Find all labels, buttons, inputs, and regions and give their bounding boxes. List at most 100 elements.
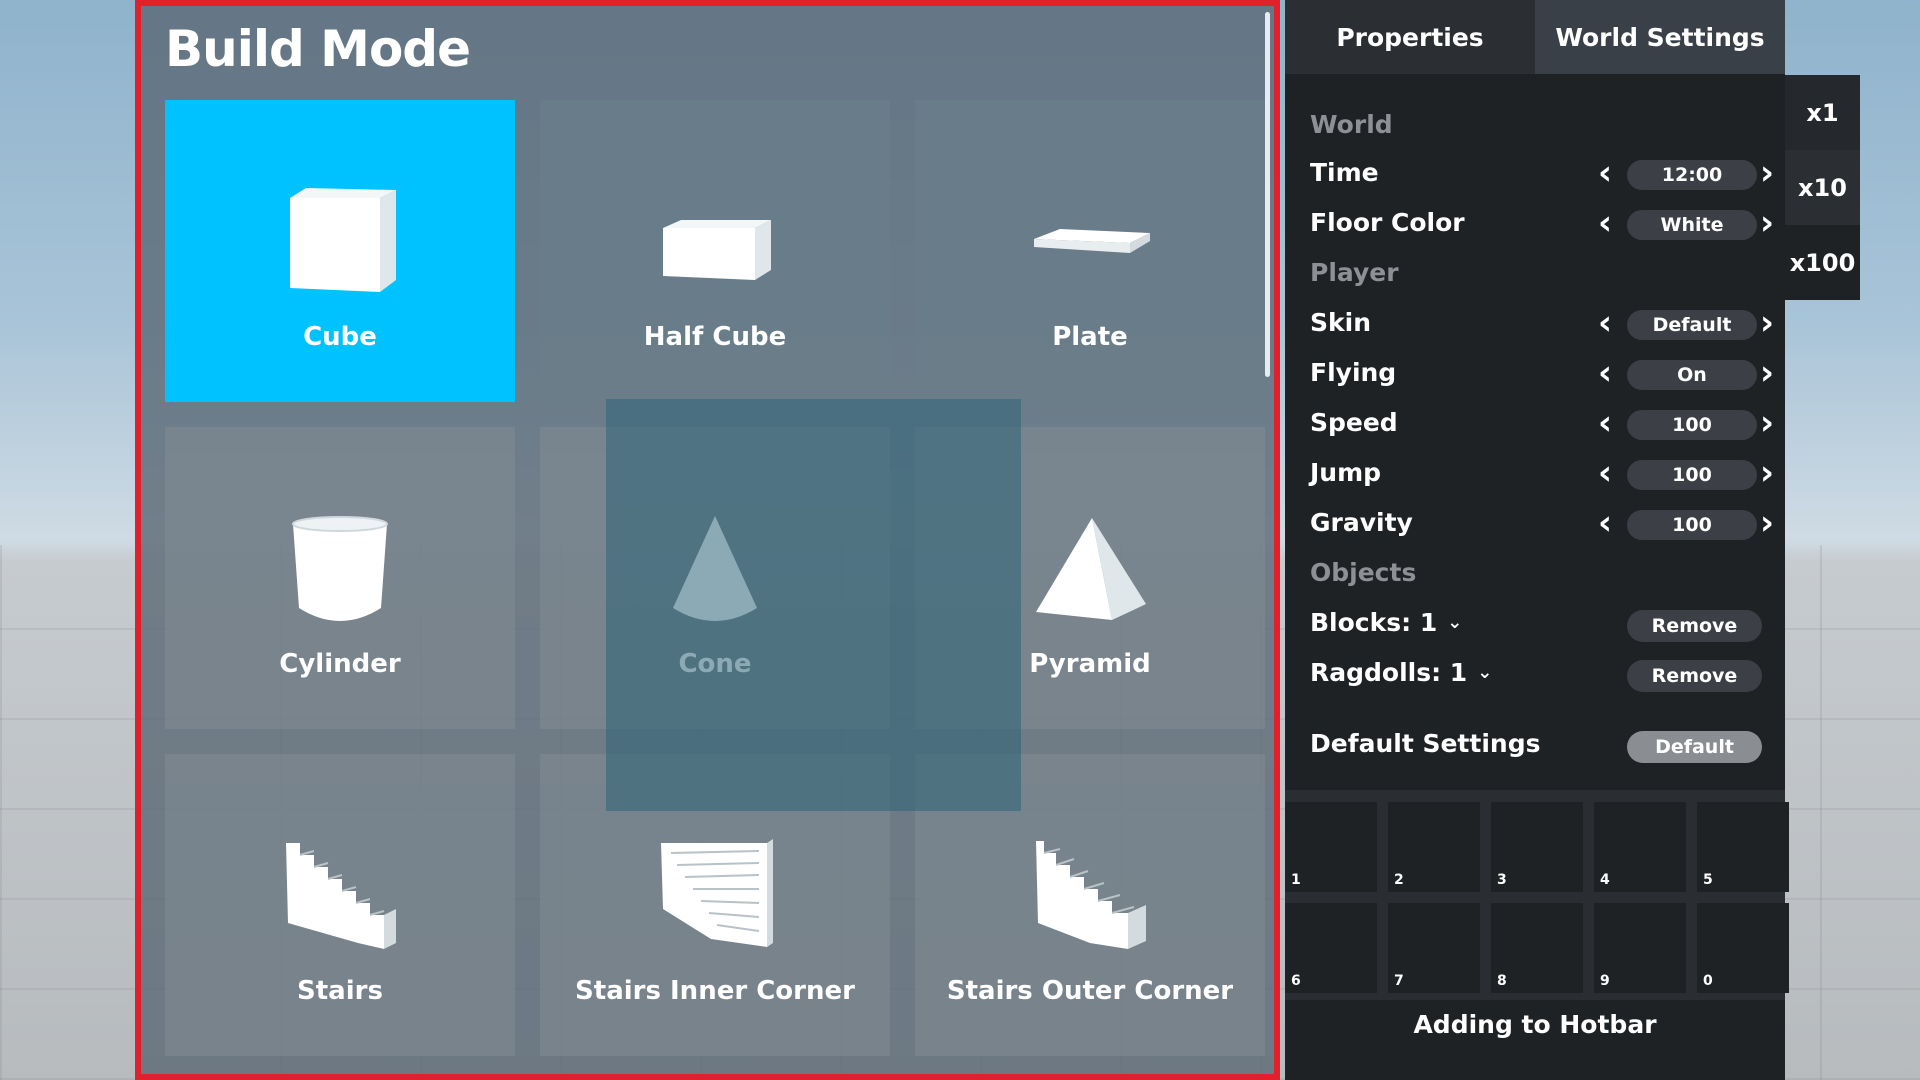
- chevron-left-icon[interactable]: ‹: [1590, 356, 1620, 392]
- tab-properties[interactable]: Properties: [1285, 0, 1535, 74]
- setting-flying: Flying ‹ On ›: [1310, 355, 1774, 395]
- slot-number: 8: [1497, 973, 1507, 989]
- cylinder-icon: [270, 502, 410, 642]
- setting-gravity: Gravity ‹ 100 ›: [1310, 505, 1774, 545]
- plate-icon: [1020, 175, 1160, 315]
- setting-label: Gravity: [1310, 508, 1413, 537]
- shape-tile-stairs[interactable]: Stairs: [165, 754, 515, 1056]
- remove-ragdolls-button[interactable]: Remove: [1627, 660, 1762, 692]
- shape-label: Pyramid: [1029, 649, 1151, 679]
- hotbar-grid: 1 2 3 4 5 6 7 8 9 0: [1285, 790, 1789, 1000]
- gravity-value: 100: [1627, 510, 1757, 540]
- panel-scrollbar[interactable]: [1265, 12, 1270, 377]
- multiplier-x10-button[interactable]: x10: [1785, 150, 1860, 225]
- setting-time: Time ‹ 12:00 ›: [1310, 155, 1774, 195]
- cube-icon: [270, 175, 410, 315]
- hotbar-slot[interactable]: 3: [1491, 802, 1583, 892]
- setting-ragdolls: Ragdolls: 1 ⌄ Remove: [1310, 655, 1765, 695]
- setting-label: Skin: [1310, 308, 1371, 337]
- world-settings-panel: Properties World Settings World Time ‹ 1…: [1285, 0, 1789, 1080]
- cone-icon: [645, 502, 785, 642]
- chevron-left-icon[interactable]: ‹: [1590, 506, 1620, 542]
- chevron-down-icon: ⌄: [1447, 612, 1463, 633]
- stairs-inner-corner-icon: [645, 829, 785, 969]
- shape-tile-cone[interactable]: Cone: [540, 427, 890, 729]
- chevron-right-icon[interactable]: ›: [1752, 456, 1782, 492]
- chevron-left-icon[interactable]: ‹: [1590, 156, 1620, 192]
- shape-tile-stairs-inner-corner[interactable]: Stairs Inner Corner: [540, 754, 890, 1056]
- slot-number: 6: [1291, 973, 1301, 989]
- hotbar-status-text: Adding to Hotbar: [1413, 1010, 1657, 1039]
- chevron-right-icon[interactable]: ›: [1752, 506, 1782, 542]
- stairs-icon: [270, 829, 410, 969]
- chevron-left-icon[interactable]: ‹: [1590, 306, 1620, 342]
- skin-value: Default: [1627, 310, 1757, 340]
- chevron-left-icon[interactable]: ‹: [1590, 206, 1620, 242]
- chevron-down-icon: ⌄: [1477, 662, 1493, 683]
- shape-label: Stairs: [297, 976, 383, 1006]
- section-header-objects: Objects: [1310, 558, 1417, 587]
- hotbar-slot[interactable]: 4: [1594, 802, 1686, 892]
- slot-number: 1: [1291, 872, 1301, 888]
- pyramid-icon: [1020, 502, 1160, 642]
- floor-color-value: White: [1627, 210, 1757, 240]
- time-value: 12:00: [1627, 160, 1757, 190]
- shape-tile-cube[interactable]: Cube: [165, 100, 515, 402]
- jump-value: 100: [1627, 460, 1757, 490]
- chevron-right-icon[interactable]: ›: [1752, 306, 1782, 342]
- chevron-right-icon[interactable]: ›: [1752, 156, 1782, 192]
- hotbar-slot[interactable]: 1: [1285, 802, 1377, 892]
- slot-number: 4: [1600, 872, 1610, 888]
- chevron-left-icon[interactable]: ‹: [1590, 456, 1620, 492]
- flying-value: On: [1627, 360, 1757, 390]
- tab-world-settings[interactable]: World Settings: [1535, 0, 1785, 74]
- setting-blocks: Blocks: 1 ⌄ Remove: [1310, 605, 1765, 645]
- hotbar-slot[interactable]: 7: [1388, 903, 1480, 993]
- setting-label: Floor Color: [1310, 208, 1465, 237]
- chevron-right-icon[interactable]: ›: [1752, 206, 1782, 242]
- half-cube-icon: [645, 175, 785, 315]
- default-settings-button[interactable]: Default: [1627, 731, 1762, 763]
- setting-label: Default Settings: [1310, 729, 1541, 758]
- chevron-left-icon[interactable]: ‹: [1590, 406, 1620, 442]
- shape-label: Half Cube: [643, 322, 787, 352]
- speed-value: 100: [1627, 410, 1757, 440]
- stairs-outer-corner-icon: [1020, 829, 1160, 969]
- hotbar-slot[interactable]: 5: [1697, 802, 1789, 892]
- multiplier-x100-button[interactable]: x100: [1785, 225, 1860, 300]
- slot-number: 3: [1497, 872, 1507, 888]
- setting-label: Speed: [1310, 408, 1398, 437]
- multiplier-selector: x1 x10 x100: [1785, 75, 1860, 300]
- chevron-right-icon[interactable]: ›: [1752, 356, 1782, 392]
- tab-bar: Properties World Settings: [1285, 0, 1785, 74]
- shape-label: Stairs Inner Corner: [575, 976, 855, 1006]
- remove-blocks-button[interactable]: Remove: [1627, 610, 1762, 642]
- shape-tile-pyramid[interactable]: Pyramid: [915, 427, 1265, 729]
- hotbar-slot[interactable]: 9: [1594, 903, 1686, 993]
- section-header-world: World: [1310, 110, 1393, 139]
- hotbar-slot[interactable]: 2: [1388, 802, 1480, 892]
- hotbar-slot[interactable]: 0: [1697, 903, 1789, 993]
- hotbar-slot[interactable]: 6: [1285, 903, 1377, 993]
- blocks-count-label: Blocks: 1: [1310, 608, 1438, 637]
- shape-tile-cylinder[interactable]: Cylinder: [165, 427, 515, 729]
- build-mode-title: Build Mode: [165, 20, 471, 78]
- slot-number: 7: [1394, 973, 1404, 989]
- setting-label: Jump: [1310, 458, 1382, 487]
- shape-tile-plate[interactable]: Plate: [915, 100, 1265, 402]
- ragdolls-dropdown[interactable]: Ragdolls: 1 ⌄: [1310, 658, 1492, 687]
- setting-default: Default Settings Default: [1310, 726, 1765, 766]
- section-header-player: Player: [1310, 258, 1399, 287]
- shape-tile-half-cube[interactable]: Half Cube: [540, 100, 890, 402]
- multiplier-x1-button[interactable]: x1: [1785, 75, 1860, 150]
- setting-skin: Skin ‹ Default ›: [1310, 305, 1774, 345]
- chevron-right-icon[interactable]: ›: [1752, 406, 1782, 442]
- hotbar-slot[interactable]: 8: [1491, 903, 1583, 993]
- blocks-dropdown[interactable]: Blocks: 1 ⌄: [1310, 608, 1462, 637]
- shape-label: Cube: [303, 322, 377, 352]
- ragdolls-count-label: Ragdolls: 1: [1310, 658, 1468, 687]
- setting-jump: Jump ‹ 100 ›: [1310, 455, 1774, 495]
- shape-tile-stairs-outer-corner[interactable]: Stairs Outer Corner: [915, 754, 1265, 1056]
- shape-label: Plate: [1052, 322, 1128, 352]
- slot-number: 0: [1703, 973, 1713, 989]
